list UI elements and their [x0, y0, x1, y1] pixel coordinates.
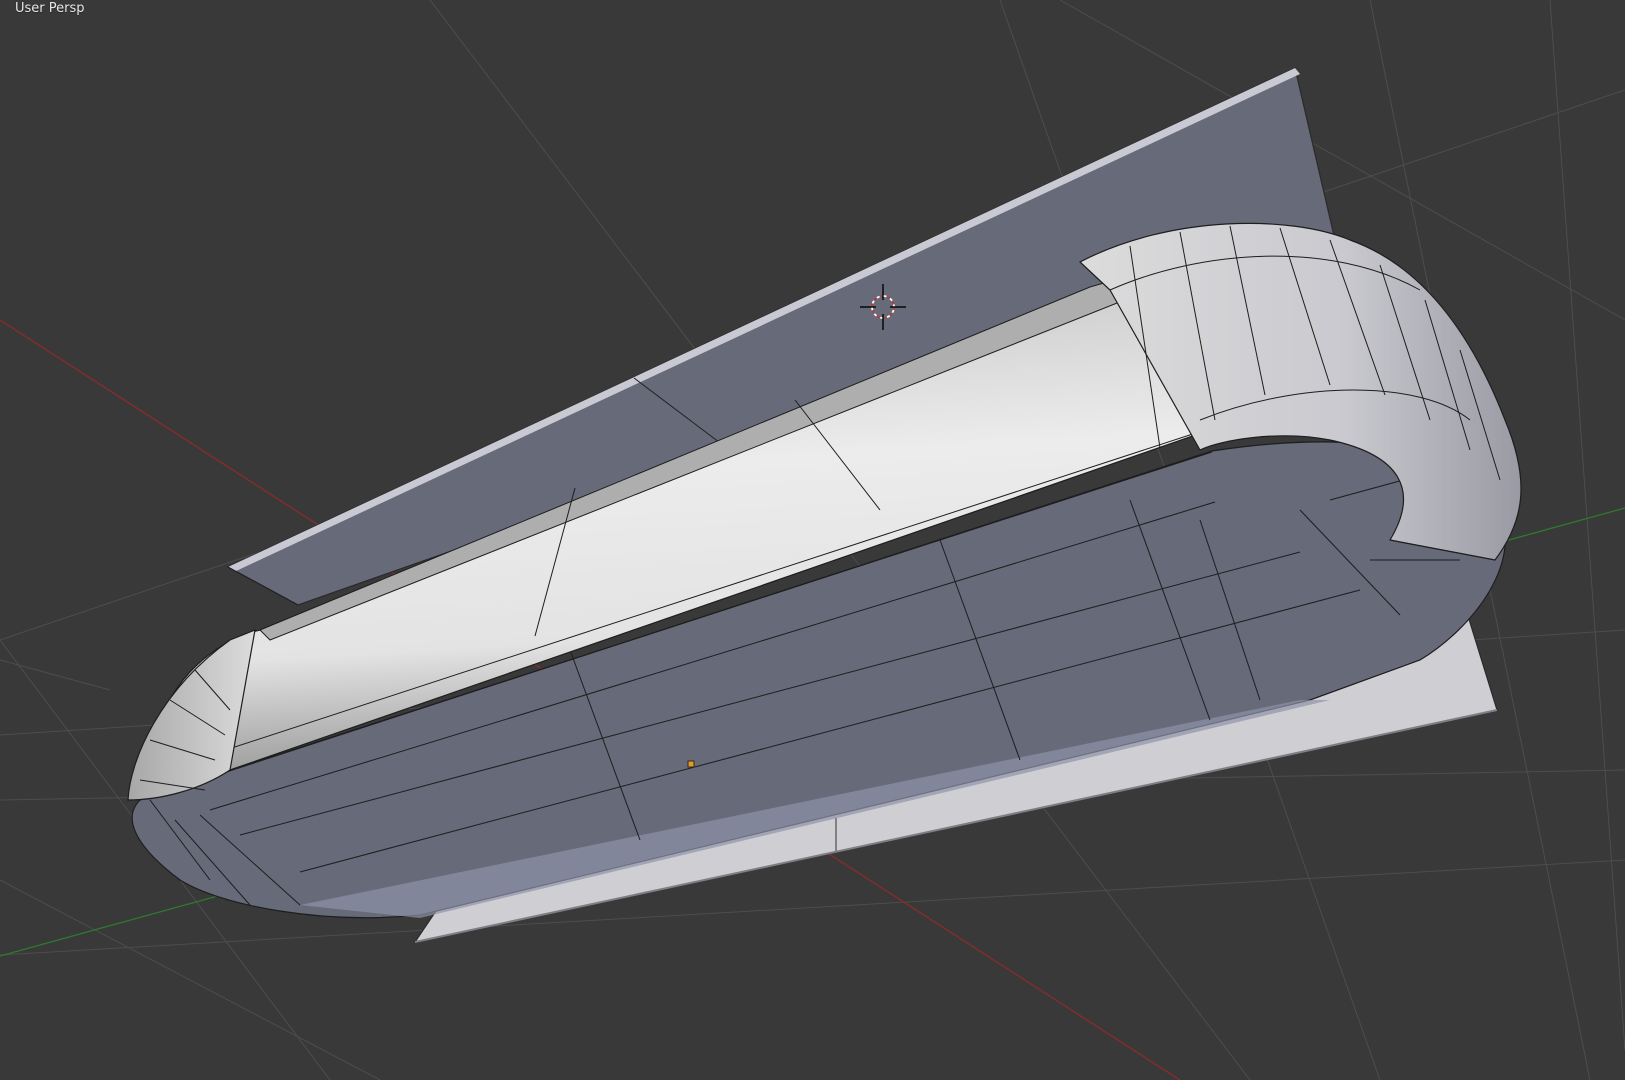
viewport-scene[interactable]	[0, 0, 1625, 1080]
view-label: User Persp	[15, 1, 85, 16]
object-origin-icon[interactable]	[687, 760, 695, 768]
3d-viewport[interactable]: User Persp	[0, 0, 1625, 1080]
